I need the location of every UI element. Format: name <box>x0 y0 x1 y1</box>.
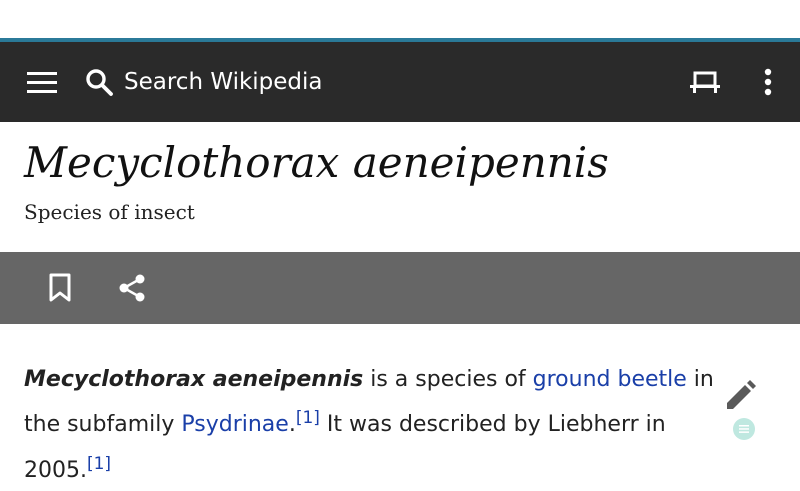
body-text: . <box>288 412 296 437</box>
article-action-bar <box>0 252 800 324</box>
top-toolbar: Search Wikipedia <box>0 42 800 122</box>
edit-pencil-icon <box>727 380 756 409</box>
article-header: Mecyclothorax aeneipennis Species of ins… <box>0 122 800 252</box>
article-title: Mecyclothorax aeneipennis <box>24 138 609 187</box>
edit-section-button[interactable] <box>720 374 760 418</box>
article-description: Species of insect <box>24 200 195 224</box>
bold-article-title: Mecyclothorax aeneipennis <box>24 367 364 392</box>
bookmark-button[interactable] <box>30 252 90 324</box>
menu-button[interactable] <box>14 42 70 122</box>
reference-wrapper: [1] <box>296 408 320 436</box>
link-ground-beetle[interactable]: ground beetle <box>533 367 687 392</box>
share-icon <box>119 274 145 302</box>
overflow-menu-icon <box>764 68 772 96</box>
hamburger-menu-icon <box>27 72 57 93</box>
reading-list-button[interactable] <box>677 42 733 122</box>
table-of-contents-button[interactable] <box>733 418 755 440</box>
reference-wrapper: [1] <box>87 454 111 482</box>
link-psydrinae[interactable]: Psydrinae <box>181 412 288 437</box>
share-button[interactable] <box>102 252 162 324</box>
reading-list-icon <box>690 71 720 93</box>
reference-link[interactable]: [1] <box>87 454 111 474</box>
body-text: is a species of <box>363 367 533 392</box>
search-placeholder: Search Wikipedia <box>124 69 323 95</box>
overflow-menu-button[interactable] <box>740 42 796 122</box>
status-strip <box>0 0 800 38</box>
search-icon <box>86 69 113 96</box>
article-lead-paragraph: Mecyclothorax aeneipennis is a species o… <box>24 360 714 491</box>
bookmark-icon <box>49 273 71 302</box>
search-bar[interactable]: Search Wikipedia <box>84 42 584 122</box>
table-of-contents-icon <box>739 425 749 433</box>
reference-link[interactable]: [1] <box>296 408 320 428</box>
